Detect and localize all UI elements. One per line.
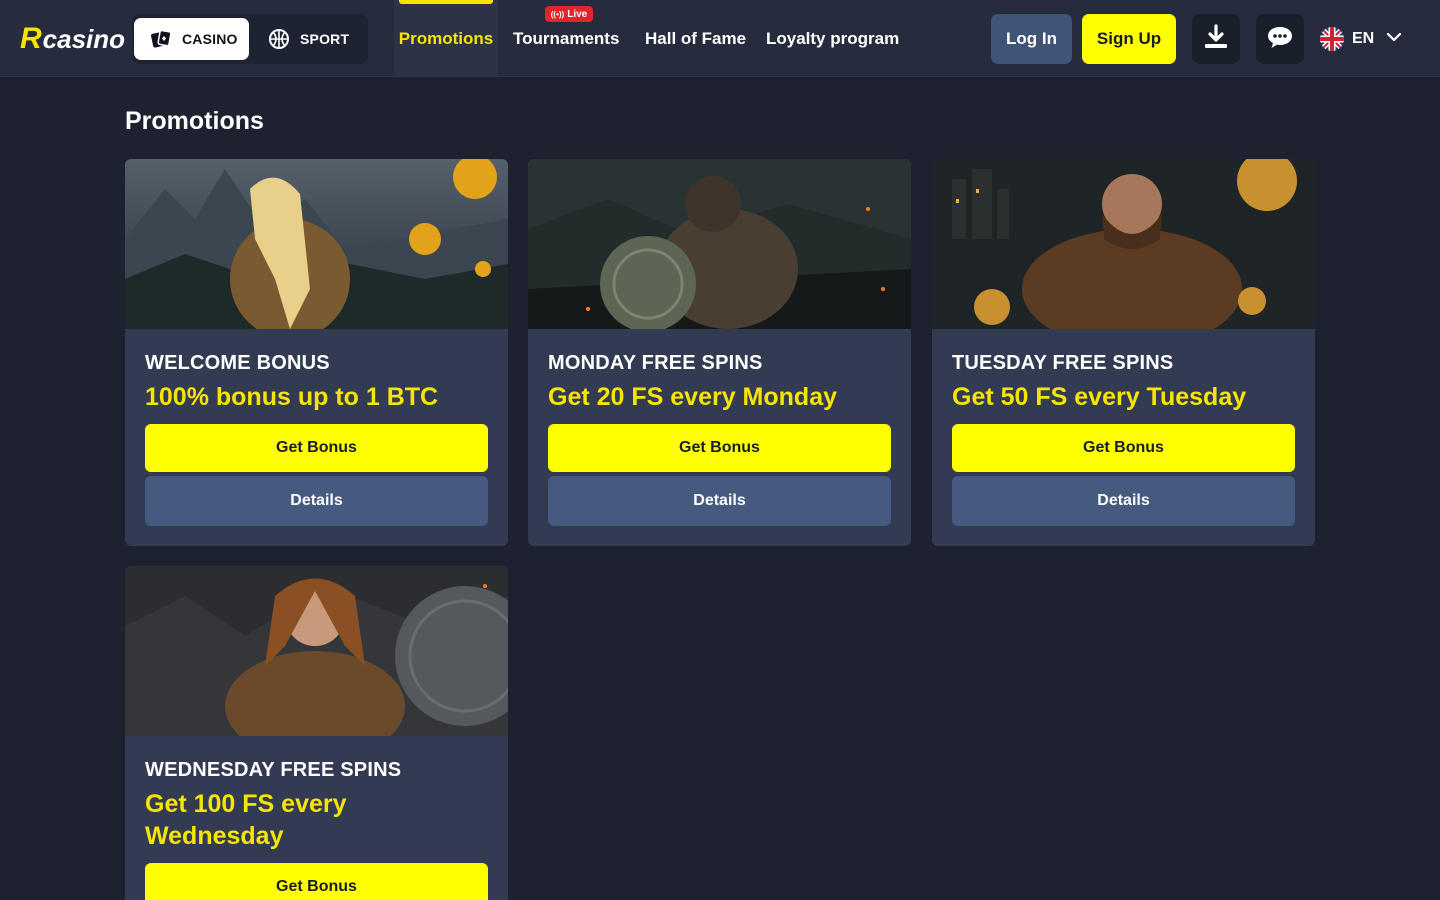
signup-button[interactable]: Sign Up (1082, 14, 1176, 64)
nav-hall-label: Hall of Fame (645, 28, 747, 48)
nav-tournaments[interactable]: Tournaments (513, 0, 619, 77)
sport-tab[interactable]: SPORT (254, 18, 366, 60)
page-title: Promotions (125, 107, 264, 135)
logo-letter: R (20, 22, 42, 55)
sport-tab-label: SPORT (300, 31, 350, 47)
nav-tournaments-label: Tournaments (513, 28, 620, 48)
download-button[interactable] (1192, 14, 1240, 64)
nav-promotions[interactable]: Promotions (394, 0, 498, 77)
chat-icon (1266, 23, 1294, 56)
promo-card-welcome: WELCOME BONUS 100% bonus up to 1 BTC Get… (125, 159, 508, 546)
promo-offer: Get 50 FS every Tuesday (952, 383, 1247, 411)
cards-icon (150, 28, 172, 50)
promo-label: TUESDAY FREE SPINS (952, 352, 1174, 374)
promo-card-monday: MONDAY FREE SPINS Get 20 FS every Monday… (528, 159, 911, 546)
promo-image-wednesday[interactable] (125, 566, 508, 761)
get-bonus-button[interactable]: Get Bonus (145, 424, 488, 472)
promo-offer: 100% bonus up to 1 BTC (145, 383, 439, 411)
promo-label: MONDAY FREE SPINS (548, 352, 763, 374)
rcasino-logo[interactable]: R casino (20, 22, 125, 56)
get-bonus-button[interactable]: Get Bonus (145, 863, 488, 900)
top-header: R casino CASINO SPORT Promotions ((•)) L… (0, 0, 1440, 77)
promo-label: WELCOME BONUS (145, 352, 330, 374)
nav-hall-of-fame[interactable]: Hall of Fame (645, 0, 746, 77)
language-code: EN (1352, 30, 1375, 47)
login-button[interactable]: Log In (991, 14, 1072, 64)
download-icon (1202, 23, 1230, 56)
nav-loyalty-label: Loyalty program (766, 28, 900, 48)
casino-sport-switcher: CASINO SPORT (132, 14, 368, 64)
promo-image-tuesday[interactable] (932, 159, 1315, 349)
nav-loyalty-program[interactable]: Loyalty program (766, 0, 899, 77)
promo-image-monday[interactable] (528, 159, 911, 332)
details-button[interactable]: Details (145, 476, 488, 526)
promo-offer: Get 20 FS every Monday (548, 383, 838, 411)
logo-word: casino (42, 24, 126, 54)
chat-button[interactable] (1256, 14, 1304, 64)
details-button[interactable]: Details (952, 476, 1295, 526)
language-selector[interactable]: EN (1320, 26, 1402, 52)
active-indicator (399, 0, 493, 4)
chevron-down-icon (1386, 29, 1402, 50)
promo-image-welcome[interactable] (125, 159, 508, 339)
details-button[interactable]: Details (548, 476, 891, 526)
promo-card-wednesday: WEDNESDAY FREE SPINS Get 100 FS every We… (125, 566, 508, 900)
get-bonus-button[interactable]: Get Bonus (548, 424, 891, 472)
basketball-icon (268, 28, 290, 50)
casino-tab[interactable]: CASINO (134, 18, 249, 60)
nav-promotions-label: Promotions (398, 28, 494, 48)
casino-tab-label: CASINO (182, 31, 238, 47)
get-bonus-button[interactable]: Get Bonus (952, 424, 1295, 472)
promo-label: WEDNESDAY FREE SPINS (145, 759, 402, 781)
promo-offer: Get 100 FS every Wednesday (145, 790, 347, 850)
uk-flag-icon (1320, 27, 1344, 51)
promo-card-tuesday: TUESDAY FREE SPINS Get 50 FS every Tuesd… (932, 159, 1315, 546)
